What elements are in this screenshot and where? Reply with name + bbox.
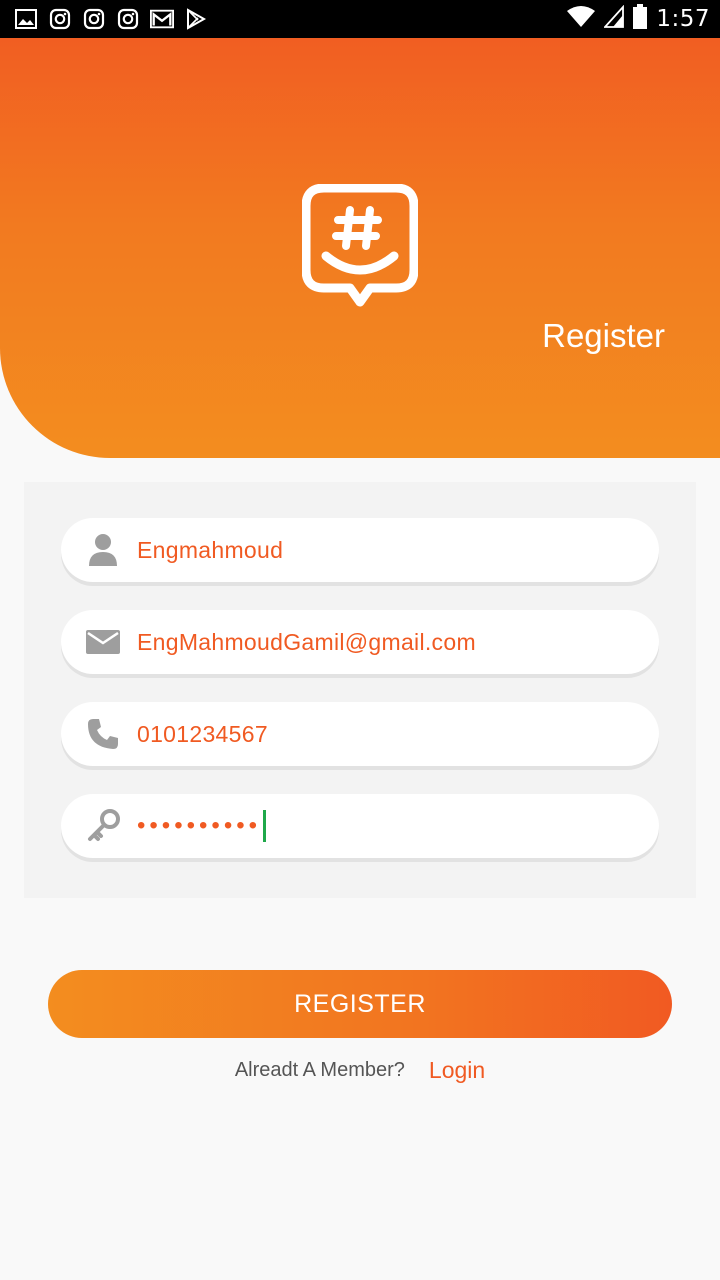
user-icon xyxy=(83,530,123,570)
text-caret xyxy=(263,810,267,842)
register-form: Engmahmoud EngMahmoudGamil@gmail.com 010… xyxy=(24,482,696,898)
gmail-icon xyxy=(150,7,174,31)
instagram-icon xyxy=(116,7,140,31)
clock: 1:57 xyxy=(656,6,710,32)
phone-field[interactable]: 0101234567 xyxy=(61,702,659,766)
register-button[interactable]: REGISTER xyxy=(48,970,672,1038)
password-masked-value: •••••••••• xyxy=(137,812,262,839)
play-store-icon xyxy=(184,7,208,31)
password-input: •••••••••• xyxy=(137,810,267,842)
signal-icon xyxy=(603,4,625,34)
password-field[interactable]: •••••••••• xyxy=(61,794,659,858)
notification-icons xyxy=(14,7,208,31)
username-value: Engmahmoud xyxy=(137,536,284,563)
login-link[interactable]: Login xyxy=(429,1057,485,1084)
battery-icon xyxy=(632,3,648,35)
system-status: 1:57 xyxy=(566,3,710,35)
header-banner: Register xyxy=(0,38,720,458)
status-bar: 1:57 xyxy=(0,0,720,38)
already-member-text: Alreadt A Member? xyxy=(234,1058,405,1081)
wifi-icon xyxy=(566,5,596,34)
instagram-icon xyxy=(48,7,72,31)
image-icon xyxy=(14,7,38,31)
phone-value: 0101234567 xyxy=(137,720,268,747)
email-icon xyxy=(83,622,123,662)
login-prompt: Alreadt A Member? Login xyxy=(0,1050,720,1090)
email-field[interactable]: EngMahmoudGamil@gmail.com xyxy=(61,610,659,674)
email-value: EngMahmoudGamil@gmail.com xyxy=(137,628,476,655)
instagram-icon xyxy=(82,7,106,31)
chat-hashtag-smile-logo xyxy=(301,183,419,314)
page-title: Register xyxy=(542,317,665,354)
key-icon xyxy=(83,806,123,846)
username-field[interactable]: Engmahmoud xyxy=(61,518,659,582)
phone-icon xyxy=(83,714,123,754)
